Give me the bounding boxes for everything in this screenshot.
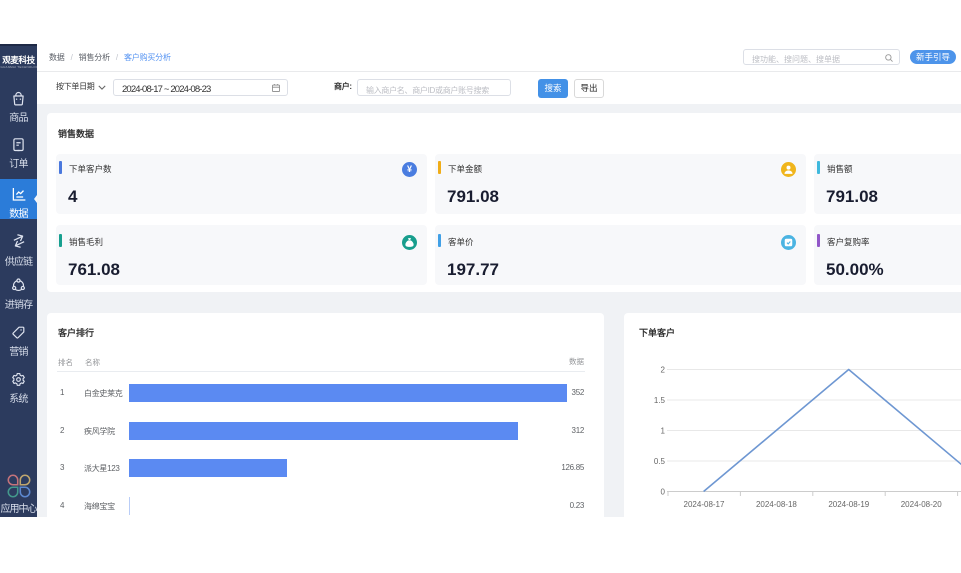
svg-text:0.5: 0.5 [654, 457, 666, 466]
svg-text:0: 0 [661, 488, 666, 497]
svg-text:2024-08-17: 2024-08-17 [684, 500, 725, 509]
svg-text:2024-08-18: 2024-08-18 [756, 500, 797, 509]
svg-text:2024-08-19: 2024-08-19 [828, 500, 869, 509]
svg-text:2: 2 [661, 366, 666, 375]
svg-text:2024-08-20: 2024-08-20 [901, 500, 942, 509]
svg-text:1: 1 [661, 427, 666, 436]
svg-text:1.5: 1.5 [654, 396, 666, 405]
